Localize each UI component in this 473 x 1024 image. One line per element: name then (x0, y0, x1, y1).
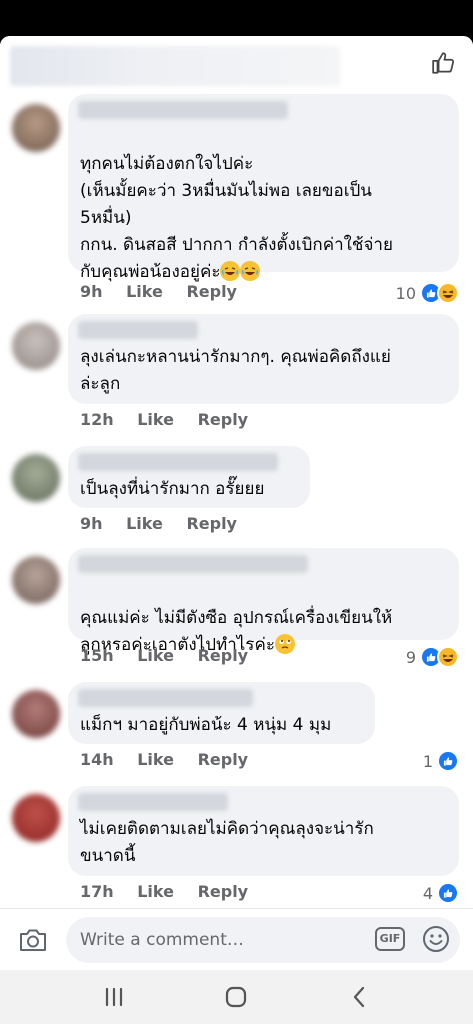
blurred-reactors-summary[interactable] (10, 46, 340, 86)
comment-meta: 9h Like Reply (80, 514, 255, 536)
comment-bubble[interactable]: เป็นลุงที่น่ารักมาก อรั๊ยยย (68, 446, 310, 508)
comment-time[interactable]: 9h (80, 514, 103, 533)
comment-meta: 17h Like Reply (80, 882, 266, 904)
home-icon[interactable] (222, 984, 250, 1010)
reaction-summary[interactable]: 1 (423, 750, 459, 772)
like-link[interactable]: Like (137, 882, 174, 901)
reaction-summary[interactable]: 4 (423, 882, 459, 904)
comment-text: เป็นลุงที่น่ารักมาก อรั๊ยยย (80, 479, 265, 499)
status-bar (0, 0, 473, 36)
like-reaction-icon (437, 882, 459, 904)
reaction-summary[interactable]: 9 (406, 646, 459, 668)
comment-text: ทุกคนไม่ต้องตกใจไปค่ะ (เห็นมั้ยคะว่า 3หม… (80, 124, 449, 286)
comment-text: แม็กฯ มาอยู่กับพ่อน้ะ 4 หนุ่ม 4 มุม (80, 715, 332, 735)
system-navigation-bar (0, 970, 473, 1024)
like-link[interactable]: Like (126, 282, 163, 301)
reply-link[interactable]: Reply (186, 514, 237, 533)
comment-composer: Write a comment… GIF (0, 908, 473, 971)
comment-bubble[interactable]: แม็กฯ มาอยู่กับพ่อน้ะ 4 หนุ่ม 4 มุม (68, 682, 375, 744)
comment-text: ไม่เคยติดตามเลยไม่คิดว่าคุณลุงจะน่ารัก ข… (80, 819, 374, 866)
rolling-laughing-emoji-icon (240, 261, 261, 281)
author-name[interactable] (78, 321, 198, 339)
back-icon[interactable] (346, 984, 374, 1010)
reply-link[interactable]: Reply (198, 646, 249, 665)
like-reaction-icon (437, 750, 459, 772)
smiley-icon[interactable] (422, 925, 450, 953)
comment-item: ทุกคนไม่ต้องตกใจไปค่ะ (เห็นมั้ยคะว่า 3หม… (0, 94, 473, 314)
comment-time[interactable]: 9h (80, 282, 103, 301)
comment-time[interactable]: 15h (80, 646, 114, 665)
comments-header (0, 36, 473, 92)
comment-bubble[interactable]: คุณแม่ค่ะ ไม่มีตังซือ อุปกรณ์เครื่องเขีย… (68, 548, 459, 655)
reply-link[interactable]: Reply (198, 410, 249, 429)
author-name[interactable] (78, 555, 308, 573)
reply-link[interactable]: Reply (186, 282, 237, 301)
comment-item: ลุงเล่นกะหลานน่ารักมากๆ. คุณพ่อคิดถึงแย่… (0, 314, 473, 440)
avatar[interactable] (12, 104, 60, 152)
reply-link[interactable]: Reply (198, 882, 249, 901)
rolling-laughing-emoji-icon (220, 261, 241, 281)
phone-screen: ทุกคนไม่ต้องตกใจไปค่ะ (เห็นมั้ยคะว่า 3หม… (0, 0, 473, 1024)
like-link[interactable]: Like (137, 410, 174, 429)
like-link[interactable]: Like (126, 514, 163, 533)
comment-bubble[interactable]: ลุงเล่นกะหลานน่ารักมากๆ. คุณพ่อคิดถึงแย่… (68, 314, 459, 404)
like-link[interactable]: Like (137, 646, 174, 665)
author-name[interactable] (78, 453, 278, 471)
comment-time[interactable]: 12h (80, 410, 114, 429)
author-name[interactable] (78, 101, 288, 119)
comment-time[interactable]: 14h (80, 750, 114, 769)
avatar[interactable] (12, 794, 60, 842)
avatar[interactable] (12, 690, 60, 738)
comments-sheet: ทุกคนไม่ต้องตกใจไปค่ะ (เห็นมั้ยคะว่า 3หม… (0, 36, 473, 908)
reaction-count: 4 (422, 883, 433, 903)
comment-meta: 14h Like Reply (80, 750, 266, 772)
rolling-eyes-emoji-icon (274, 634, 295, 654)
reaction-count: 1 (422, 751, 433, 771)
comment-item: เป็นลุงที่น่ารักมาก อรั๊ยยย 9h Like Repl… (0, 446, 473, 546)
haha-reaction-icon (437, 646, 459, 668)
reaction-summary[interactable]: 10 (396, 282, 459, 304)
comment-item: แม็กฯ มาอยู่กับพ่อน้ะ 4 หนุ่ม 4 มุม 14h … (0, 682, 473, 782)
like-link[interactable]: Like (137, 750, 174, 769)
comment-text: ลุงเล่นกะหลานน่ารักมากๆ. คุณพ่อคิดถึงแย่… (80, 347, 391, 394)
avatar[interactable] (12, 322, 60, 370)
haha-reaction-icon (437, 282, 459, 304)
comment-item: ไม่เคยติดตามเลยไม่คิดว่าคุณลุงจะน่ารัก ข… (0, 786, 473, 908)
avatar[interactable] (12, 454, 60, 502)
comment-bubble[interactable]: ทุกคนไม่ต้องตกใจไปค่ะ (เห็นมั้ยคะว่า 3หม… (68, 94, 459, 282)
reply-link[interactable]: Reply (198, 750, 249, 769)
author-name[interactable] (78, 689, 253, 707)
gif-icon[interactable]: GIF (375, 927, 405, 951)
comment-meta: 9h Like Reply (80, 282, 255, 304)
comment-meta: 12h Like Reply (80, 410, 266, 432)
comment-item: คุณแม่ค่ะ ไม่มีตังซือ อุปกรณ์เครื่องเขีย… (0, 548, 473, 678)
avatar[interactable] (12, 556, 60, 604)
comment-time[interactable]: 17h (80, 882, 114, 901)
recent-apps-icon[interactable] (100, 984, 128, 1010)
reaction-count: 9 (405, 647, 416, 667)
camera-icon[interactable] (18, 927, 48, 953)
author-name[interactable] (78, 793, 228, 811)
thumbs-up-outline-icon[interactable] (431, 50, 457, 76)
reaction-count: 10 (395, 283, 416, 303)
comment-meta: 15h Like Reply (80, 646, 266, 668)
comment-bubble[interactable]: ไม่เคยติดตามเลยไม่คิดว่าคุณลุงจะน่ารัก ข… (68, 786, 459, 876)
